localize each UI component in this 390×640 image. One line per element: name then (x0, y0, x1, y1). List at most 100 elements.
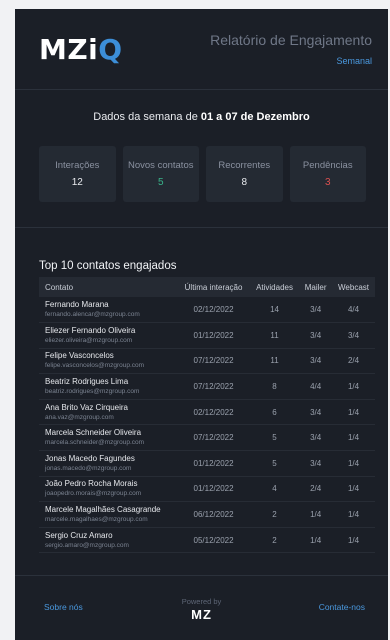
activities-count: 4 (272, 484, 277, 494)
webcast-ratio: 1/4 (347, 433, 360, 443)
contact-cell: Sergio Cruz Amaro sergio.amaro@mzgroup.co… (39, 527, 177, 553)
last-interaction: 06/12/2022 (193, 510, 234, 520)
stat-value: 5 (157, 177, 164, 188)
contact-name: Marcela Schneider Oliveira (45, 428, 142, 438)
divider (15, 89, 388, 90)
webcast-ratio: 3/4 (347, 330, 360, 340)
webcast-ratio: 1/4 (347, 484, 360, 494)
contact-email: marcela.schneider@mzgroup.com (45, 439, 145, 447)
contact-name: Marcele Magalhães Casagrande (45, 505, 161, 515)
stat-pendencias: Pendências 3 (289, 146, 366, 202)
mailer-ratio: 3/4 (310, 407, 322, 417)
week-prefix: Dados da semana de (93, 111, 201, 123)
divider (15, 227, 388, 228)
top-contacts-table: Contato Última interação Atividades Mail… (39, 277, 375, 553)
stat-interacoes: Interações 12 (39, 146, 116, 202)
col-contato: Contato (39, 277, 178, 297)
activities-count: 11 (270, 356, 279, 366)
mailer-ratio: 1/4 (310, 535, 322, 545)
contact-email: beatriz.rodrigues@mzgroup.com (45, 388, 140, 396)
webcast-ratio: 1/4 (347, 458, 360, 468)
stat-value: 8 (241, 177, 248, 188)
week-range: 01 a 07 de Dezembro (200, 111, 310, 123)
last-interaction: 01/12/2022 (193, 330, 234, 340)
mailer-ratio: 3/4 (310, 458, 322, 468)
table-row: Eliezer Fernando Oliveira eliezer.oliveir… (39, 323, 375, 349)
report-title: Relatório de Engajamento (210, 32, 372, 48)
divider (15, 575, 388, 576)
contact-email: marcele.magalhaes@mzgroup.com (45, 516, 148, 524)
table-row: Ana Brito Vaz Cirqueira ana.vaz@mzgroup.c… (39, 399, 375, 425)
last-interaction: 01/12/2022 (193, 458, 234, 468)
last-interaction: 07/12/2022 (193, 433, 234, 443)
stats-row: Interações 12 Novos contatos 5 Recorrent… (39, 146, 366, 202)
contact-email: joaopedro.morais@mzgroup.com (45, 490, 142, 498)
contact-cell: Jonas Macedo Fagundes jonas.macedo@mzgrou… (39, 451, 177, 477)
table-row: Fernando Marana fernando.alencar@mzgroup.… (39, 297, 375, 323)
stat-label: Interações (55, 160, 100, 171)
last-interaction: 02/12/2022 (193, 305, 234, 315)
table-row: Beatriz Rodrigues Lima beatriz.rodrigues@… (39, 374, 375, 400)
stat-label: Pendências (302, 160, 353, 171)
activities-count: 2 (272, 535, 277, 545)
table-row: Jonas Macedo Fagundes jonas.macedo@mzgrou… (39, 451, 375, 477)
contact-name: Ana Brito Vaz Cirqueira (45, 402, 128, 412)
table-body: Fernando Marana fernando.alencar@mzgroup.… (39, 297, 375, 553)
logo-accent: Q (98, 33, 123, 66)
header: MZiQ Relatório de Engajamento Semanal (15, 9, 388, 89)
contact-cell: Ana Brito Vaz Cirqueira ana.vaz@mzgroup.c… (39, 399, 177, 425)
contact-name: Eliezer Fernando Oliveira (45, 325, 136, 335)
table-row: Marcela Schneider Oliveira marcela.schnei… (39, 425, 375, 451)
mziq-logo: MZiQ (39, 33, 123, 66)
activities-count: 5 (272, 433, 277, 443)
col-webcast: Webcast (332, 277, 375, 297)
activities-count: 2 (272, 510, 277, 520)
stat-value: 3 (324, 177, 331, 188)
contact-cell: Fernando Marana fernando.alencar@mzgroup.… (39, 297, 177, 323)
mailer-ratio: 3/4 (310, 356, 322, 366)
contact-name: Felipe Vasconcelos (45, 351, 114, 361)
contact-email: sergio.amaro@mzgroup.com (45, 541, 129, 549)
col-atividades: Atividades (249, 277, 300, 297)
activities-count: 5 (272, 458, 277, 468)
table-header: Contato Última interação Atividades Mail… (39, 277, 375, 297)
contact-cell: Beatriz Rodrigues Lima beatriz.rodrigues@… (39, 374, 177, 400)
stat-value: 12 (71, 177, 83, 188)
mailer-ratio: 1/4 (310, 510, 322, 520)
contact-name: Beatriz Rodrigues Lima (45, 377, 129, 387)
contact-name: Sergio Cruz Amaro (45, 530, 113, 540)
mailer-ratio: 4/4 (310, 382, 322, 392)
contact-name: João Pedro Rocha Morais (45, 479, 138, 489)
last-interaction: 01/12/2022 (193, 484, 234, 494)
contact-cell: Marcela Schneider Oliveira marcela.schnei… (39, 425, 177, 451)
mailer-ratio: 2/4 (310, 484, 322, 494)
webcast-ratio: 1/4 (347, 510, 360, 520)
contact-email: fernando.alencar@mzgroup.com (45, 311, 140, 319)
webcast-ratio: 2/4 (347, 356, 360, 366)
table-row: Sergio Cruz Amaro sergio.amaro@mzgroup.co… (39, 527, 375, 553)
contact-email: jonas.macedo@mzgroup.com (45, 464, 132, 472)
stat-label: Novos contatos (128, 160, 194, 171)
report-card: MZiQ Relatório de Engajamento Semanal Da… (15, 9, 388, 640)
mailer-ratio: 3/4 (310, 305, 322, 315)
contact-link[interactable]: Contate-nos (319, 602, 365, 612)
contact-cell: Felipe Vasconcelos felipe.vasconcelos@mzg… (39, 348, 177, 374)
activities-count: 6 (272, 407, 277, 417)
contact-email: ana.vaz@mzgroup.com (45, 413, 114, 421)
contact-email: eliezer.oliveira@mzgroup.com (45, 336, 133, 344)
mailer-ratio: 3/4 (310, 330, 322, 340)
last-interaction: 07/12/2022 (193, 382, 234, 392)
stat-recorrentes: Recorrentes 8 (206, 146, 283, 202)
webcast-ratio: 1/4 (347, 535, 360, 545)
activities-count: 8 (272, 382, 277, 392)
stat-label: Recorrentes (218, 160, 271, 171)
col-mailer: Mailer (299, 277, 333, 297)
activities-count: 11 (270, 330, 279, 340)
top-contacts-title: Top 10 contatos engajados (39, 260, 177, 272)
table-row: João Pedro Rocha Morais joaopedro.morais@… (39, 476, 375, 502)
contact-name: Jonas Macedo Fagundes (45, 453, 135, 463)
logo-main: MZi (39, 33, 99, 66)
activities-count: 14 (270, 305, 279, 315)
table-row: Marcele Magalhães Casagrande marcele.maga… (39, 502, 375, 528)
contact-email: felipe.vasconcelos@mzgroup.com (45, 362, 145, 370)
